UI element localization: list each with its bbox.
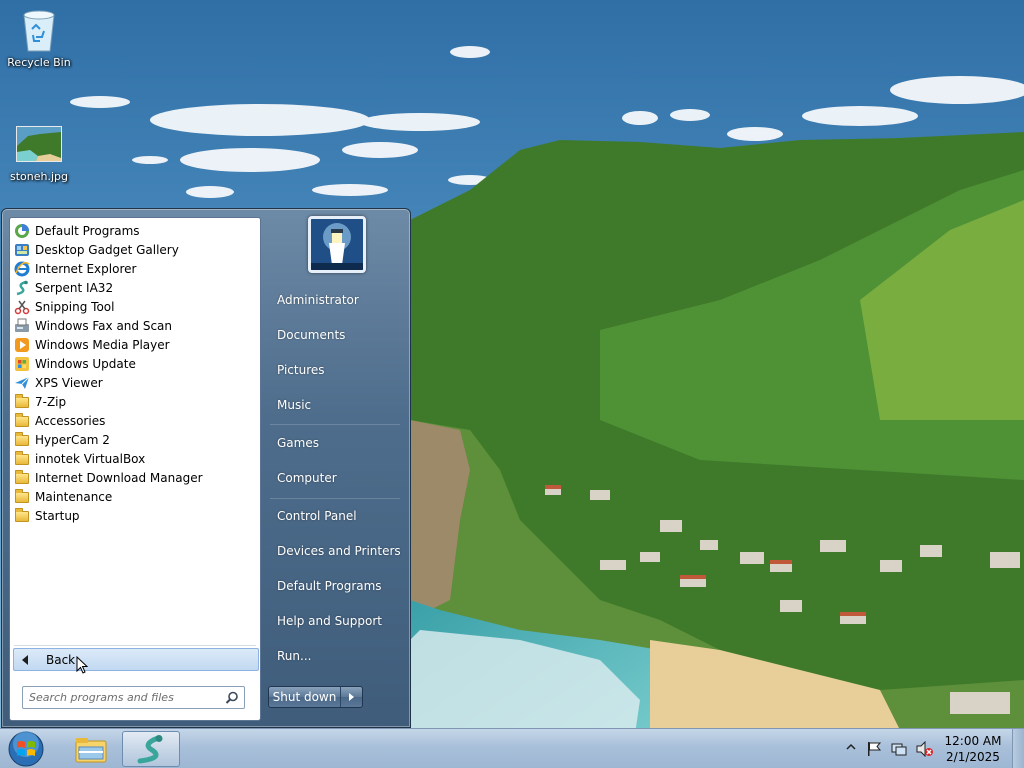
- program-label: Windows Media Player: [35, 337, 170, 352]
- folder-icon: [14, 432, 30, 448]
- xps-viewer-icon: [14, 375, 30, 391]
- program-label: Internet Explorer: [35, 261, 137, 276]
- program-folder-internet-download-manager[interactable]: Internet Download Manager: [10, 468, 260, 487]
- all-programs-list: Default Programs Desktop Gadget Gallery …: [10, 218, 260, 525]
- internet-explorer-icon: [14, 261, 30, 277]
- fax-scan-icon: [14, 318, 30, 334]
- start-menu: Default Programs Desktop Gadget Gallery …: [1, 208, 411, 728]
- program-label: HyperCam 2: [35, 432, 110, 447]
- show-hidden-icons-icon[interactable]: [846, 741, 856, 756]
- menu-item-help-and-support[interactable]: Help and Support: [266, 607, 406, 635]
- program-serpent-ia32[interactable]: Serpent IA32: [10, 278, 260, 297]
- clock-date[interactable]: 2/1/2025: [940, 750, 1006, 764]
- programs-divider: [14, 645, 256, 646]
- program-label: innotek VirtualBox: [35, 451, 146, 466]
- mouse-cursor-icon: [76, 655, 89, 677]
- snipping-tool-icon: [14, 299, 30, 315]
- desktop-icon-recycle-bin[interactable]: Recycle Bin: [1, 6, 77, 69]
- menu-item-music[interactable]: Music: [266, 391, 406, 419]
- chevron-right-icon: [349, 693, 354, 701]
- volume-muted-icon[interactable]: [916, 740, 934, 760]
- program-label: 7-Zip: [35, 394, 67, 409]
- serpent-icon: [14, 280, 30, 296]
- program-label: Snipping Tool: [35, 299, 115, 314]
- network-icon[interactable]: [891, 741, 907, 760]
- menu-item-run[interactable]: Run...: [266, 642, 406, 670]
- taskbar: 12:00 AM 2/1/2025: [0, 728, 1024, 768]
- program-xps-viewer[interactable]: XPS Viewer: [10, 373, 260, 392]
- program-folder-hypercam-2[interactable]: HyperCam 2: [10, 430, 260, 449]
- program-folder-accessories[interactable]: Accessories: [10, 411, 260, 430]
- image-thumbnail-icon: [15, 120, 63, 168]
- menu-item-default-programs[interactable]: Default Programs: [266, 572, 406, 600]
- menu-item-devices-and-printers[interactable]: Devices and Printers: [266, 537, 406, 565]
- program-windows-update[interactable]: Windows Update: [10, 354, 260, 373]
- menu-separator: [270, 424, 400, 425]
- start-button[interactable]: [6, 730, 46, 768]
- back-button[interactable]: Back: [13, 648, 259, 671]
- menu-item-control-panel[interactable]: Control Panel: [266, 502, 406, 530]
- program-folder-maintenance[interactable]: Maintenance: [10, 487, 260, 506]
- lighthouse-icon: [311, 219, 363, 270]
- program-default-programs[interactable]: Default Programs: [10, 221, 260, 240]
- taskbar-windows-explorer[interactable]: [62, 731, 120, 767]
- search-icon[interactable]: [225, 691, 239, 708]
- show-desktop-button[interactable]: [1012, 729, 1024, 768]
- program-label: XPS Viewer: [35, 375, 103, 390]
- windows-logo-icon: [8, 731, 44, 767]
- program-label: Windows Fax and Scan: [35, 318, 173, 333]
- program-label: Startup: [35, 508, 80, 523]
- program-internet-explorer[interactable]: Internet Explorer: [10, 259, 260, 278]
- back-label: Back: [46, 652, 76, 667]
- clock-time[interactable]: 12:00 AM: [940, 734, 1006, 748]
- program-snipping-tool[interactable]: Snipping Tool: [10, 297, 260, 316]
- program-label: Internet Download Manager: [35, 470, 203, 485]
- windows-explorer-icon: [75, 738, 107, 763]
- program-desktop-gadget-gallery[interactable]: Desktop Gadget Gallery: [10, 240, 260, 259]
- search-input[interactable]: [29, 687, 224, 708]
- menu-separator: [270, 498, 400, 499]
- program-windows-media-player[interactable]: Windows Media Player: [10, 335, 260, 354]
- program-label: Serpent IA32: [35, 280, 114, 295]
- start-menu-programs-pane: Default Programs Desktop Gadget Gallery …: [9, 217, 261, 721]
- shutdown-button[interactable]: Shut down: [269, 687, 341, 707]
- folder-icon: [14, 470, 30, 486]
- windows-update-icon: [14, 356, 30, 372]
- media-player-icon: [14, 337, 30, 353]
- program-label: Windows Update: [35, 356, 136, 371]
- folder-icon: [14, 508, 30, 524]
- program-folder-innotek-virtualbox[interactable]: innotek VirtualBox: [10, 449, 260, 468]
- shutdown-control: Shut down: [268, 686, 363, 708]
- program-label: Default Programs: [35, 223, 140, 238]
- folder-icon: [14, 394, 30, 410]
- search-box[interactable]: [22, 686, 245, 709]
- program-folder-7-zip[interactable]: 7-Zip: [10, 392, 260, 411]
- folder-icon: [14, 413, 30, 429]
- menu-item-administrator[interactable]: Administrator: [266, 286, 406, 314]
- gadget-gallery-icon: [14, 242, 30, 258]
- menu-item-games[interactable]: Games: [266, 429, 406, 457]
- action-center-flag-icon[interactable]: [866, 741, 882, 760]
- menu-item-documents[interactable]: Documents: [266, 321, 406, 349]
- folder-icon: [14, 451, 30, 467]
- desktop-icon-stoneh-jpg[interactable]: stoneh.jpg: [1, 120, 77, 183]
- back-arrow-icon: [22, 654, 28, 665]
- program-windows-fax-and-scan[interactable]: Windows Fax and Scan: [10, 316, 260, 335]
- program-label: Accessories: [35, 413, 106, 428]
- user-account-picture[interactable]: [308, 216, 366, 273]
- shutdown-options-button[interactable]: [341, 687, 362, 707]
- folder-icon: [14, 489, 30, 505]
- program-label: Maintenance: [35, 489, 113, 504]
- program-label: Desktop Gadget Gallery: [35, 242, 179, 257]
- menu-item-pictures[interactable]: Pictures: [266, 356, 406, 384]
- program-folder-startup[interactable]: Startup: [10, 506, 260, 525]
- menu-item-computer[interactable]: Computer: [266, 464, 406, 492]
- recycle-bin-icon: [15, 6, 63, 54]
- serpent-icon: [137, 735, 163, 764]
- desktop-icon-label: stoneh.jpg: [9, 170, 68, 183]
- taskbar-serpent-ia32[interactable]: [122, 731, 180, 767]
- default-programs-icon: [14, 223, 30, 239]
- desktop-icon-label: Recycle Bin: [7, 56, 71, 69]
